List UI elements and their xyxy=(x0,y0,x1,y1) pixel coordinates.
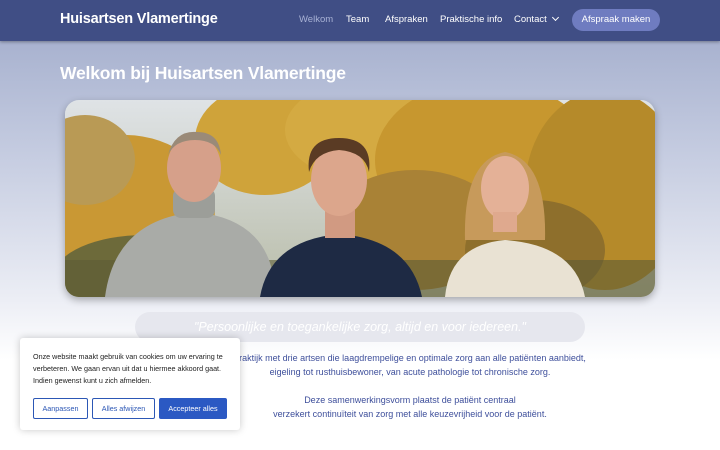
cookie-reject-button[interactable]: Alles afwijzen xyxy=(92,398,155,419)
mission-line-1: Deze samenwerkingsvorm plaatst de patiën… xyxy=(304,395,516,405)
intro-line-2: eigeling tot rusthuisbewoner, van acute … xyxy=(269,367,551,377)
team-photo-illustration xyxy=(65,100,655,297)
cookie-accept-button[interactable]: Accepteer alles xyxy=(159,398,227,419)
intro-line-1: praktijk met drie artsen die laagdrempel… xyxy=(234,353,586,363)
nav-item-afspraken[interactable]: Afspraken xyxy=(385,14,428,25)
nav-item-praktische-info[interactable]: Praktische info xyxy=(440,14,502,25)
brand-logo[interactable]: Huisartsen Vlamertinge xyxy=(60,11,218,27)
mission-line-2: verzekert continuïteit van zorg met alle… xyxy=(273,409,547,419)
site-header: Huisartsen Vlamertinge Welkom Team Afspr… xyxy=(0,0,720,41)
team-photo xyxy=(65,100,655,297)
chevron-down-icon xyxy=(551,13,559,22)
cookie-banner: Onze website maakt gebruik van cookies o… xyxy=(20,338,240,430)
nav-item-contact-label: Contact xyxy=(514,14,547,25)
mission-paragraph: Deze samenwerkingsvorm plaatst de patiën… xyxy=(200,393,620,421)
nav-item-welkom[interactable]: Welkom xyxy=(299,14,333,25)
afspraak-maken-button[interactable]: Afspraak maken xyxy=(572,9,660,31)
cookie-customize-button[interactable]: Aanpassen xyxy=(33,398,88,419)
nav-item-contact[interactable]: Contact xyxy=(514,13,559,25)
page-title: Welkom bij Huisartsen Vlamertinge xyxy=(60,63,346,83)
intro-paragraph: praktijk met drie artsen die laagdrempel… xyxy=(200,351,620,379)
cookie-message: Onze website maakt gebruik van cookies o… xyxy=(33,352,223,385)
nav-item-team[interactable]: Team xyxy=(346,14,369,25)
